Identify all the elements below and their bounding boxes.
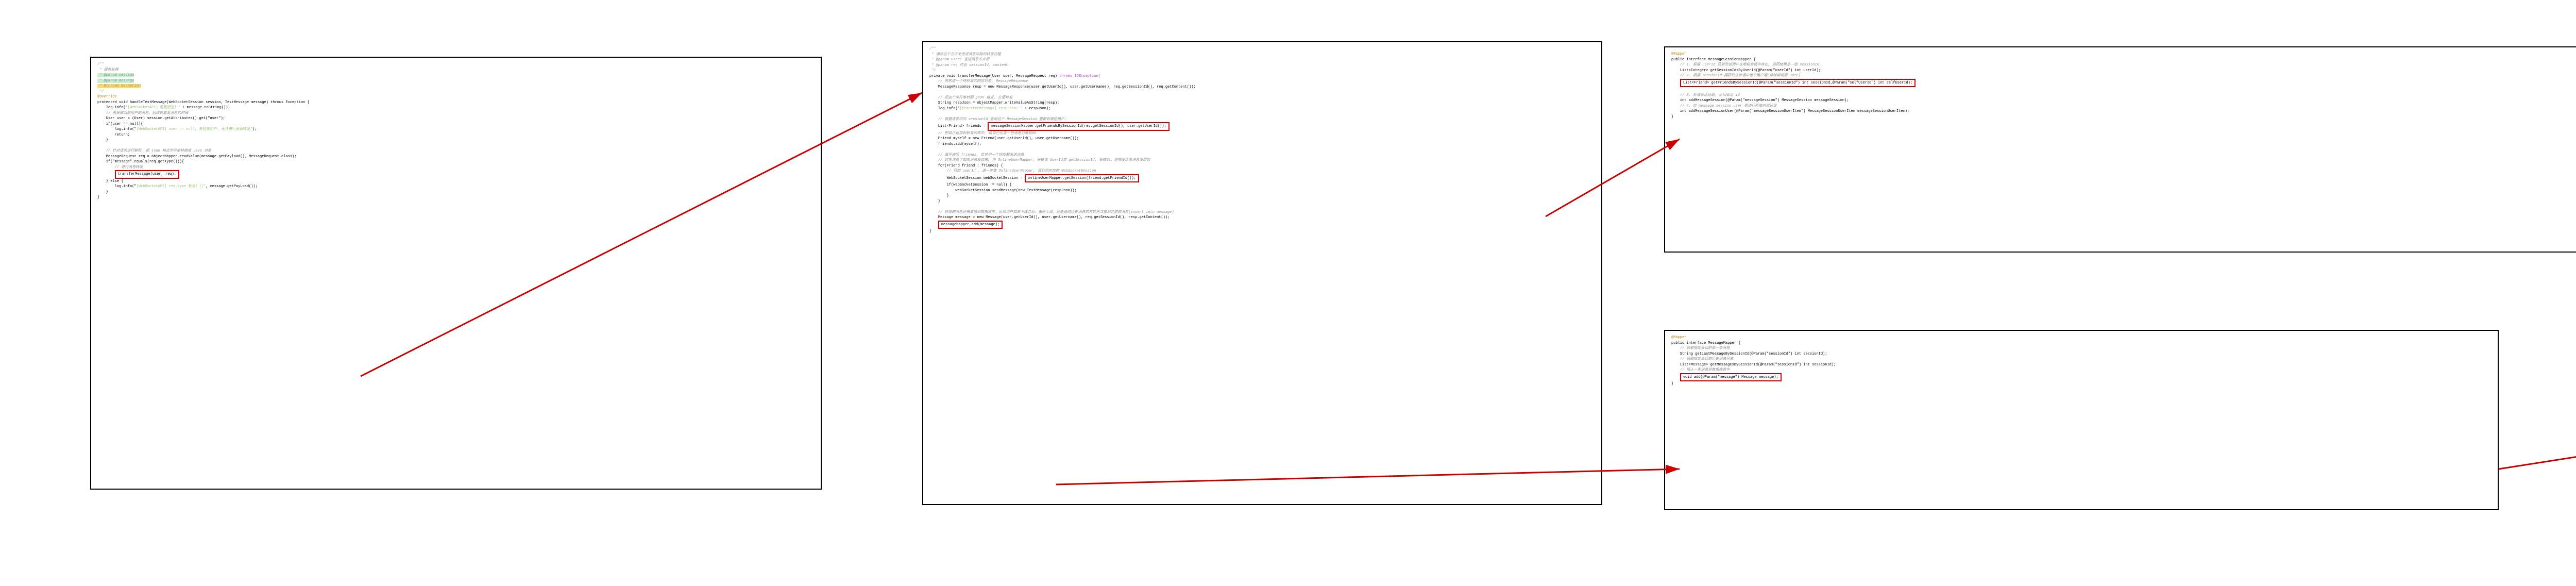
arrow-5 (2499, 417, 2576, 469)
decl-add-message: void add(@Param("message") Message messa… (1680, 373, 1782, 382)
call-online-user: onlineUserMapper.getSession(friend.getFr… (1025, 174, 1139, 183)
panel-handle-text-message: /** * 服务处理 * @param session * @param mes… (90, 57, 822, 490)
call-get-friends: messageSessionMapper.getFriendsBySession… (988, 122, 1169, 131)
override-annotation: @Override (97, 94, 815, 100)
panel-message-mapper: @Mapper public interface MessageMapper {… (1664, 330, 2499, 510)
panel-message-session-mapper: @Mapper public interface MessageSessionM… (1664, 46, 2576, 253)
decl-get-friends: List<Friend> getFriendsBySessionId(@Para… (1680, 79, 1916, 88)
panel-transfer-message: /** * 通过这个方法来完成消息实际的转发过程 * @param user: … (922, 41, 1602, 505)
method-signature: protected void handleTextMessage(WebSock… (97, 100, 815, 106)
doc-comment: /** (97, 62, 815, 68)
call-transfer-message: transferMessage(user, req); (115, 170, 179, 179)
call-message-add: messageMapper.add(message); (938, 221, 1003, 229)
